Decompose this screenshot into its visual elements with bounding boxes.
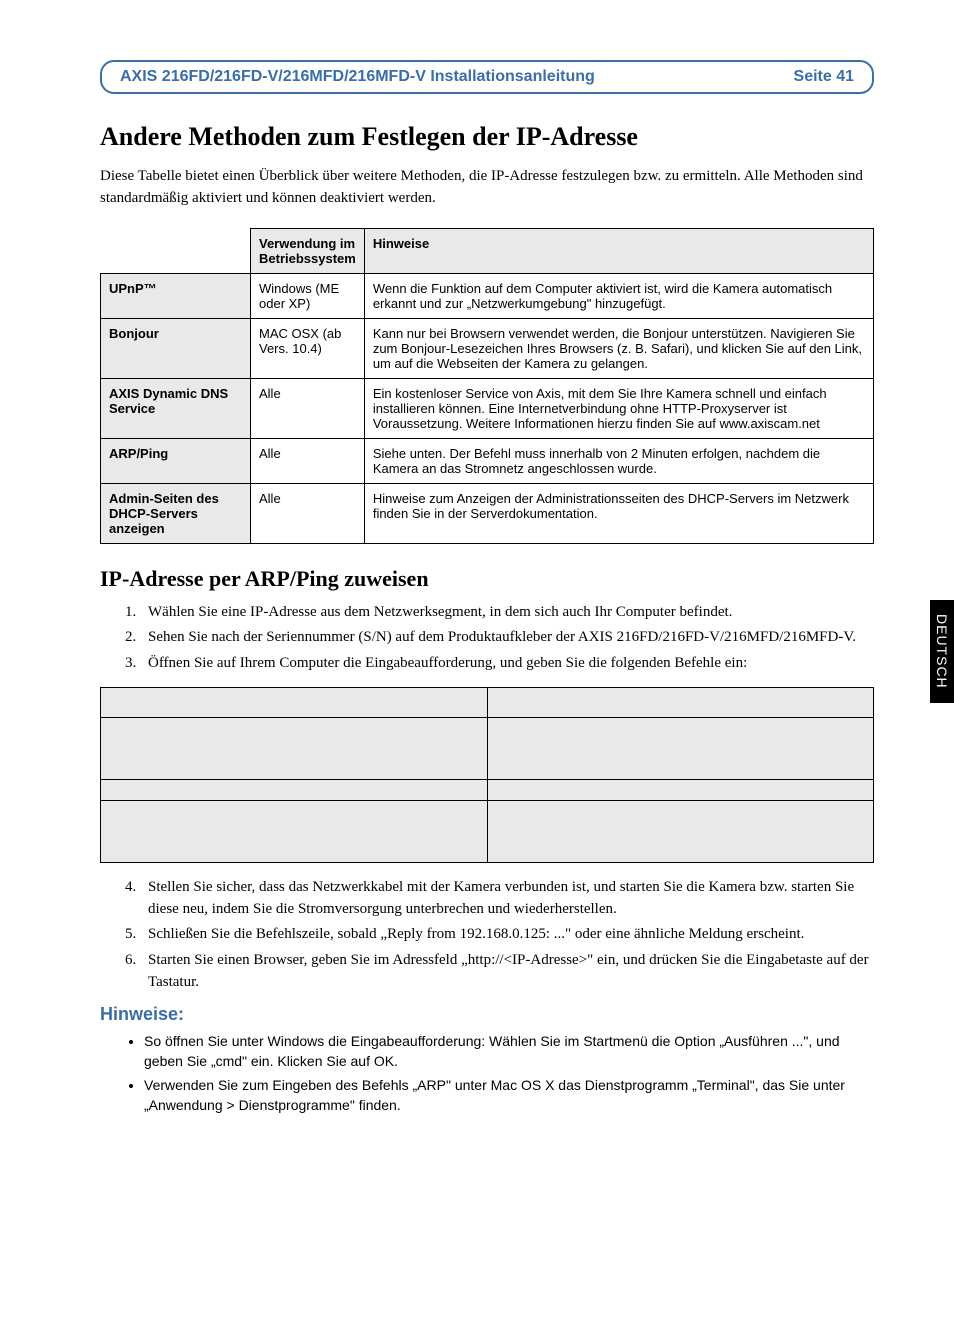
step-item: Wählen Sie eine IP-Adresse aus dem Netzw…: [140, 602, 874, 624]
main-heading: Andere Methoden zum Festlegen der IP-Adr…: [100, 122, 874, 152]
table-row: Admin-Seiten des DHCP-Servers anzeigen A…: [101, 483, 874, 543]
page-header: AXIS 216FD/216FD-V/216MFD/216MFD-V Insta…: [100, 60, 874, 94]
step-item: Starten Sie einen Browser, geben Sie im …: [140, 950, 874, 994]
cmd-cell: [101, 779, 488, 800]
row-note: Ein kostenloser Service von Axis, mit de…: [364, 378, 873, 438]
notes-list: So öffnen Sie unter Windows die Eingabea…: [128, 1031, 874, 1116]
row-name: Admin-Seiten des DHCP-Servers anzeigen: [101, 483, 251, 543]
row-name: UPnP™: [101, 273, 251, 318]
table-row: AXIS Dynamic DNS Service Alle Ein kosten…: [101, 378, 874, 438]
note-item: Verwenden Sie zum Eingeben des Befehls „…: [144, 1075, 874, 1116]
row-os: Alle: [251, 483, 365, 543]
header-page-number: Seite 41: [794, 68, 854, 86]
table-corner-empty: [101, 228, 251, 273]
row-os: Alle: [251, 438, 365, 483]
cmd-cell: [487, 779, 874, 800]
cmd-cell: [101, 687, 488, 717]
row-name: Bonjour: [101, 318, 251, 378]
notes-heading: Hinweise:: [100, 1004, 874, 1025]
row-os: MAC OSX (ab Vers. 10.4): [251, 318, 365, 378]
row-os: Windows (ME oder XP): [251, 273, 365, 318]
commands-table: [100, 687, 874, 863]
cmd-cell: [101, 717, 488, 779]
row-note: Hinweise zum Anzeigen der Administration…: [364, 483, 873, 543]
language-tab: DEUTSCH: [930, 600, 954, 703]
row-note: Wenn die Funktion auf dem Computer aktiv…: [364, 273, 873, 318]
note-item: So öffnen Sie unter Windows die Eingabea…: [144, 1031, 874, 1072]
row-name: AXIS Dynamic DNS Service: [101, 378, 251, 438]
col-header-notes: Hinweise: [364, 228, 873, 273]
row-note: Siehe unten. Der Befehl muss innerhalb v…: [364, 438, 873, 483]
row-note: Kann nur bei Browsern verwendet werden, …: [364, 318, 873, 378]
row-os: Alle: [251, 378, 365, 438]
sub-heading: IP-Adresse per ARP/Ping zuweisen: [100, 566, 874, 592]
header-title: AXIS 216FD/216FD-V/216MFD/216MFD-V Insta…: [120, 68, 595, 86]
step-item: Stellen Sie sicher, dass das Netzwerkkab…: [140, 877, 874, 921]
cmd-cell: [487, 800, 874, 862]
steps-list-a: Wählen Sie eine IP-Adresse aus dem Netzw…: [120, 602, 874, 675]
row-name: ARP/Ping: [101, 438, 251, 483]
table-row: Bonjour MAC OSX (ab Vers. 10.4) Kann nur…: [101, 318, 874, 378]
cmd-cell: [487, 717, 874, 779]
col-header-os: Verwendung im Betriebssystem: [251, 228, 365, 273]
methods-table: Verwendung im Betriebssystem Hinweise UP…: [100, 228, 874, 544]
intro-paragraph: Diese Tabelle bietet einen Überblick übe…: [100, 166, 874, 210]
table-row: ARP/Ping Alle Siehe unten. Der Befehl mu…: [101, 438, 874, 483]
cmd-cell: [487, 687, 874, 717]
step-item: Öffnen Sie auf Ihrem Computer die Eingab…: [140, 653, 874, 675]
cmd-cell: [101, 800, 488, 862]
step-item: Schließen Sie die Befehlszeile, sobald „…: [140, 924, 874, 946]
steps-list-b: Stellen Sie sicher, dass das Netzwerkkab…: [120, 877, 874, 994]
table-row: UPnP™ Windows (ME oder XP) Wenn die Funk…: [101, 273, 874, 318]
step-item: Sehen Sie nach der Seriennummer (S/N) au…: [140, 627, 874, 649]
